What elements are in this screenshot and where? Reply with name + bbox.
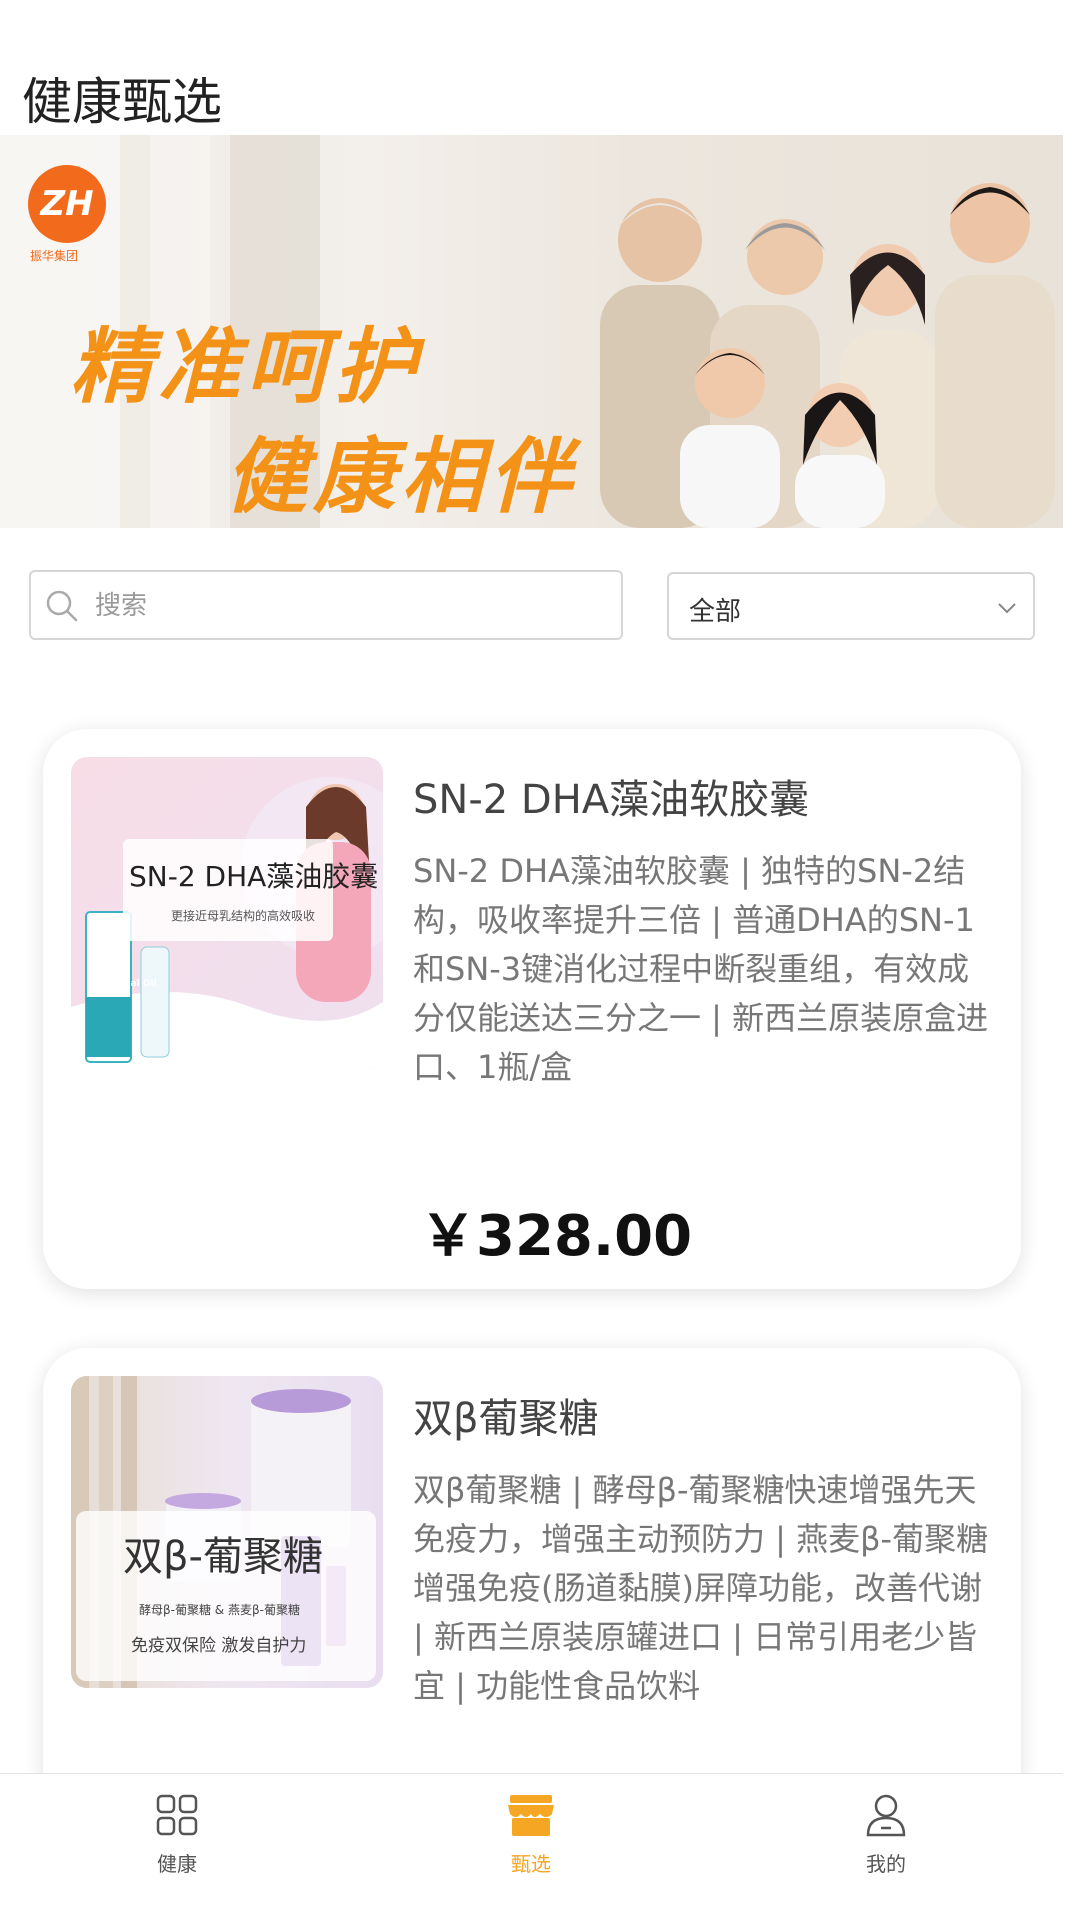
tab-label: 甄选: [511, 1852, 551, 1876]
thumb-box-label: DHA Algal Oil: [89, 979, 157, 989]
user-icon: [866, 1794, 906, 1837]
search-icon: [46, 590, 78, 622]
search-input[interactable]: [93, 580, 597, 632]
category-select[interactable]: 全部: [667, 572, 1035, 640]
brand-logo: ZH: [28, 165, 106, 243]
tab-selection[interactable]: 甄选: [471, 1792, 591, 1877]
chevron-down-icon: [998, 603, 1016, 614]
bottom-tab-bar: 健康 甄选 我的: [0, 1773, 1063, 1921]
grid-icon: [156, 1794, 198, 1836]
banner-slogan-line1: 精准呵护: [70, 320, 422, 415]
product-title[interactable]: 双β葡聚糖: [413, 1386, 599, 1444]
tab-label: 我的: [866, 1852, 906, 1876]
product-price: ￥328.00: [420, 1204, 693, 1269]
banner-slogan-line2: 健康相伴: [225, 430, 577, 525]
tab-health[interactable]: 健康: [117, 1792, 237, 1877]
product-card[interactable]: SN-2 DHA藻油胶囊 更接近母乳结构的高效吸收 DHA Algal Oil …: [43, 729, 1021, 1289]
tab-mine[interactable]: 我的: [826, 1792, 946, 1877]
thumb-subtitle: 更接近母乳结构的高效吸收: [171, 909, 316, 923]
product-image: SN-2 DHA藻油胶囊 更接近母乳结构的高效吸收 DHA Algal Oil: [71, 757, 383, 1069]
product-description: SN-2 DHA藻油软胶囊 | 独特的SN-2结构，吸收率提升三倍 | 普通DH…: [413, 852, 989, 1086]
brand-logo-caption: 振华集团: [30, 249, 79, 263]
shop-icon: [508, 1795, 554, 1836]
product-title[interactable]: SN-2 DHA藻油软胶囊: [413, 767, 809, 825]
thumb-subtitle-2: 免疫双保险 激发自护力: [131, 1636, 307, 1656]
category-select-value: 全部: [689, 597, 742, 627]
product-description: 双β葡聚糖 | 酵母β-葡聚糖快速增强先天免疫力，增强主动预防力 | 燕麦β-葡…: [413, 1471, 989, 1705]
thumb-title: SN-2 DHA藻油胶囊: [129, 860, 379, 893]
search-box[interactable]: [29, 570, 623, 640]
family-photo: [600, 183, 1055, 528]
promo-banner[interactable]: ZH 振华集团 精准呵护 健康相伴: [0, 135, 1063, 528]
tab-label: 健康: [157, 1852, 197, 1876]
page-title: 健康甄选: [22, 73, 222, 131]
product-image: 双β-葡聚糖 酵母β-葡聚糖 & 燕麦β-葡聚糖 免疫双保险 激发自护力: [71, 1376, 383, 1688]
thumb-subtitle: 酵母β-葡聚糖 & 燕麦β-葡聚糖: [139, 1603, 300, 1617]
thumb-title: 双β-葡聚糖: [123, 1534, 323, 1580]
